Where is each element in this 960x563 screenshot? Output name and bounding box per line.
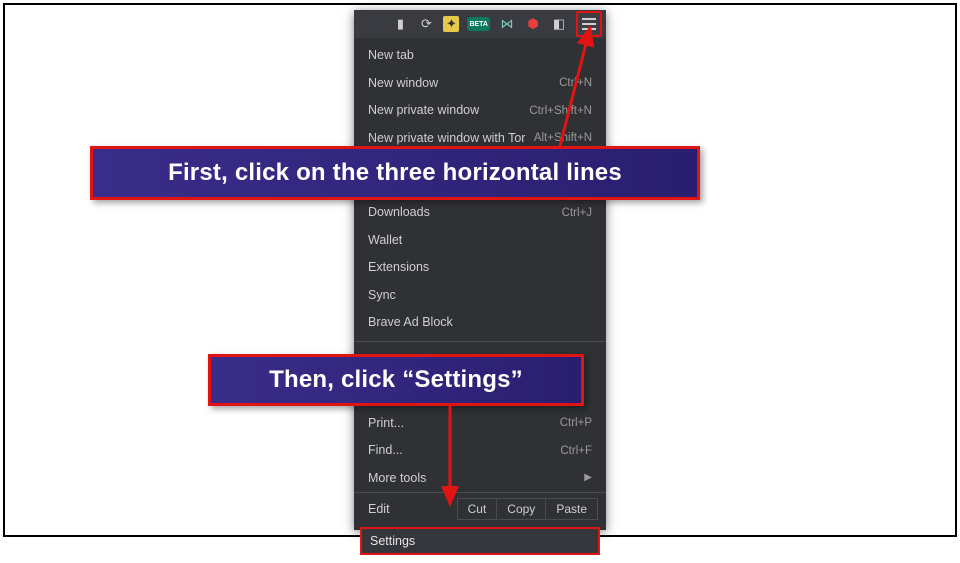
menu-item-label: Sync: [368, 287, 396, 305]
copy-button[interactable]: Copy: [496, 498, 546, 520]
menu-item-more-tools[interactable]: More tools ▶: [354, 465, 606, 493]
paste-button[interactable]: Paste: [545, 498, 598, 520]
callout-text: Then, click “Settings”: [269, 366, 523, 394]
beta-badge-icon[interactable]: BETA: [467, 17, 490, 31]
menu-item-label: Brave Ad Block: [368, 314, 453, 332]
menu-item-shortcut: Ctrl+J: [562, 205, 592, 221]
menu-item-shortcut: Ctrl+N: [559, 75, 592, 91]
hamburger-icon: [582, 18, 596, 30]
extension-toolbar: ▮ ⟳ ✦ BETA ⋈ ⬢ ◧: [354, 10, 606, 38]
menu-item-sync[interactable]: Sync: [354, 282, 606, 310]
menu-item-label: New window: [368, 75, 438, 93]
menu-item-new-private[interactable]: New private window Ctrl+Shift+N: [354, 97, 606, 125]
menu-item-new-window[interactable]: New window Ctrl+N: [354, 70, 606, 98]
menu-item-label: Print...: [368, 415, 404, 433]
menu-item-find[interactable]: Find... Ctrl+F: [354, 437, 606, 465]
edit-row: Edit Cut Copy Paste: [354, 492, 606, 525]
browser-menu-panel: ▮ ⟳ ✦ BETA ⋈ ⬢ ◧ New tab New window Ctrl…: [354, 10, 606, 530]
instruction-callout-1: First, click on the three horizontal lin…: [90, 146, 700, 200]
edit-label: Edit: [368, 502, 458, 516]
more-icon[interactable]: ◧: [550, 15, 568, 33]
shield-icon[interactable]: ⬢: [524, 15, 542, 33]
menu-item-wallet[interactable]: Wallet: [354, 227, 606, 255]
menu-body: New tab New window Ctrl+N New private wi…: [354, 38, 606, 563]
menu-item-shortcut: Ctrl+P: [560, 415, 592, 431]
cut-button[interactable]: Cut: [457, 498, 498, 520]
menu-item-ad-block[interactable]: Brave Ad Block: [354, 309, 606, 337]
menu-separator: [354, 341, 606, 342]
next-icon[interactable]: ⋈: [498, 15, 516, 33]
menu-item-label: Settings: [370, 534, 415, 548]
chevron-right-icon: ▶: [584, 471, 592, 485]
menu-item-settings[interactable]: Settings: [360, 527, 600, 555]
callout-text: First, click on the three horizontal lin…: [168, 159, 622, 187]
menu-item-shortcut: Alt+Shift+N: [534, 130, 592, 146]
hamburger-menu-button[interactable]: [576, 11, 602, 37]
menu-item-extensions[interactable]: Extensions: [354, 254, 606, 282]
menu-item-label: Wallet: [368, 232, 402, 250]
menu-item-label: New private window: [368, 102, 479, 120]
menu-item-label: More tools: [368, 470, 426, 488]
menu-item-print[interactable]: Print... Ctrl+P: [354, 410, 606, 438]
app-icon[interactable]: ✦: [443, 16, 459, 32]
menu-item-shortcut: Ctrl+F: [560, 443, 592, 459]
menu-item-label: New private window with Tor: [368, 130, 525, 148]
menu-item-shortcut: Ctrl+Shift+N: [529, 103, 592, 119]
instruction-callout-2: Then, click “Settings”: [208, 354, 584, 406]
play-icon[interactable]: ▮: [391, 15, 409, 33]
menu-item-new-tab[interactable]: New tab: [354, 42, 606, 70]
menu-item-label: Extensions: [368, 259, 429, 277]
menu-item-downloads[interactable]: Downloads Ctrl+J: [354, 199, 606, 227]
menu-item-label: Find...: [368, 442, 403, 460]
menu-item-label: Downloads: [368, 204, 430, 222]
refresh-icon[interactable]: ⟳: [417, 15, 435, 33]
menu-item-label: New tab: [368, 47, 414, 65]
